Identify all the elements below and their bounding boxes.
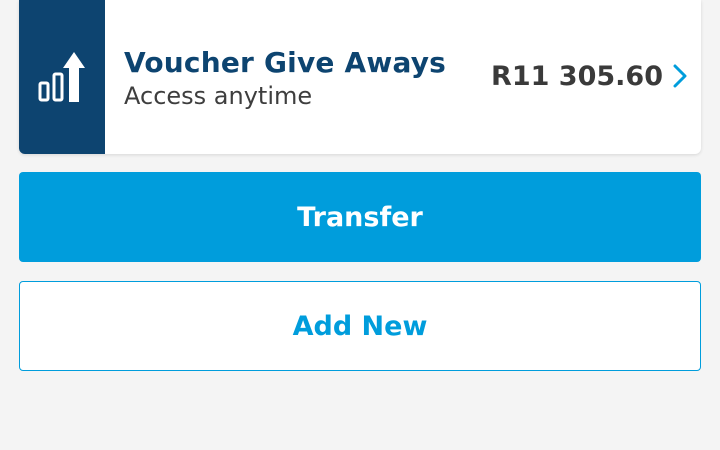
account-balance: R11 305.60 xyxy=(491,60,663,92)
account-subtitle: Access anytime xyxy=(124,82,313,110)
chevron-right-icon xyxy=(673,64,687,88)
transfer-button[interactable]: Transfer xyxy=(19,172,701,262)
account-title: Voucher Give Aways xyxy=(124,46,447,79)
account-balance-area: R11 305.60 xyxy=(491,0,701,154)
account-text: Voucher Give Aways Access anytime xyxy=(105,0,491,154)
account-icon-tile xyxy=(19,0,105,154)
page: Voucher Give Aways Access anytime R11 30… xyxy=(0,0,720,450)
account-card[interactable]: Voucher Give Aways Access anytime R11 30… xyxy=(19,0,701,154)
growth-chart-icon xyxy=(38,52,85,102)
add-new-button[interactable]: Add New xyxy=(19,281,701,371)
